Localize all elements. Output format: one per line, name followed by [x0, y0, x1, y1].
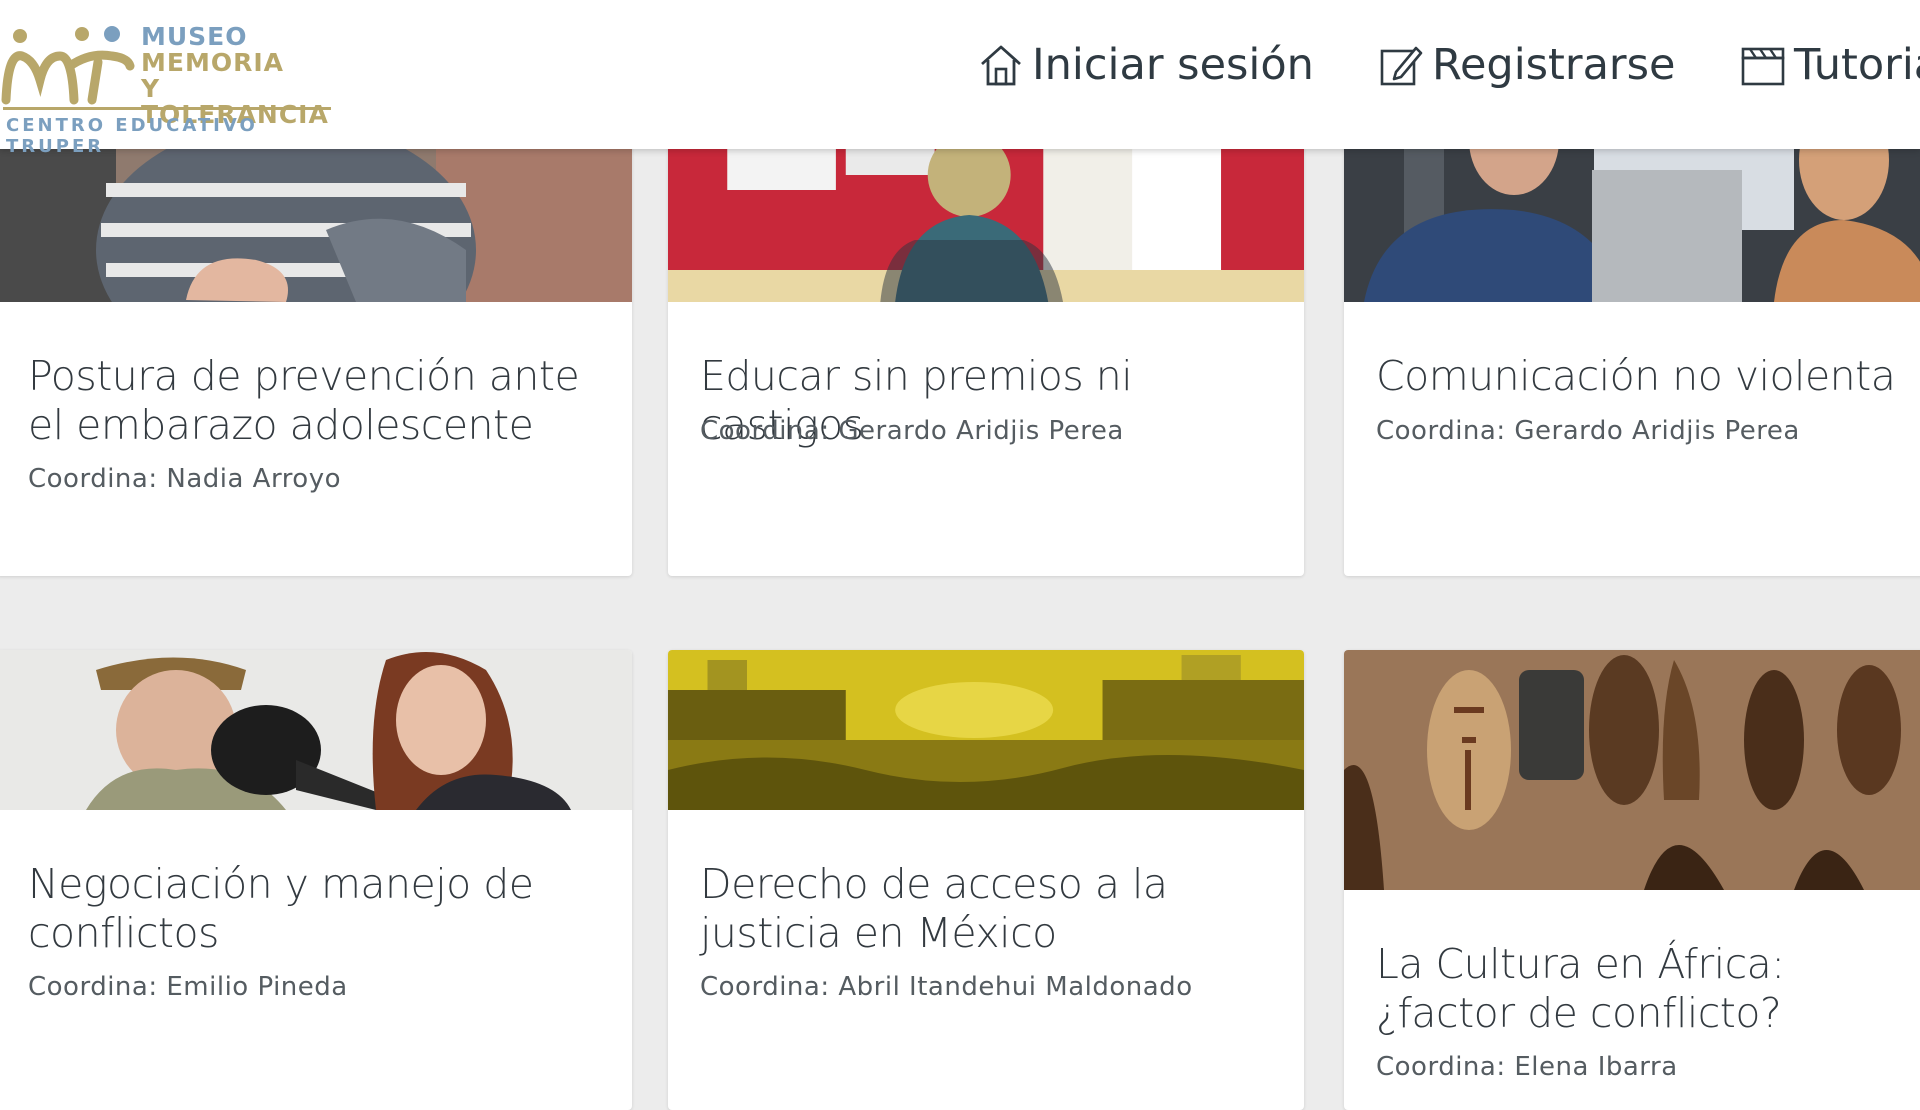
course-title[interactable]: Derecho de acceso a la justicia en Méxic…: [700, 860, 1284, 958]
course-image-boxing: [0, 650, 632, 810]
top-header: MUSEO MEMORIA Y TOLERANCIA CENTRO EDUCAT…: [0, 0, 1920, 157]
course-title[interactable]: Postura de prevención ante el embarazo a…: [28, 352, 612, 450]
nav-tutorial[interactable]: Tutoria: [1740, 40, 1920, 90]
museum-logo[interactable]: MUSEO MEMORIA Y TOLERANCIA CENTRO EDUCAT…: [0, 22, 340, 157]
course-card-comunicacion[interactable]: Comunicación no violenta Coordina: Gerar…: [1344, 100, 1920, 576]
course-coordinator: Coordina: Nadia Arroyo: [28, 464, 342, 494]
nav-login[interactable]: Iniciar sesión: [978, 40, 1314, 90]
home-icon: [981, 45, 1021, 86]
course-card-negociacion[interactable]: Negociación y manejo de conflictos Coord…: [0, 650, 632, 1110]
course-coordinator: Coordina: Emilio Pineda: [28, 972, 348, 1002]
course-title[interactable]: La Cultura en África: ¿factor de conflic…: [1376, 940, 1920, 1038]
logo-figures-icon: [1, 26, 135, 105]
course-coordinator: Coordina: Gerardo Aridjis Perea: [700, 416, 1124, 446]
logo-text-museo: MUSEO: [141, 22, 248, 51]
nav-register-label: Registrarse: [1432, 40, 1676, 90]
clapperboard-icon: [1741, 47, 1785, 86]
course-title[interactable]: Negociación y manejo de conflictos: [28, 860, 612, 958]
course-card-embarazo[interactable]: Postura de prevención ante el embarazo a…: [0, 100, 632, 576]
course-card-justicia[interactable]: Derecho de acceso a la justicia en Méxic…: [668, 650, 1304, 1110]
course-card-africa[interactable]: La Cultura en África: ¿factor de conflic…: [1344, 650, 1920, 1110]
nav-register[interactable]: Registrarse: [1378, 40, 1675, 90]
nav-login-label: Iniciar sesión: [1032, 40, 1314, 90]
course-card-premios[interactable]: Educar sin premios ni castigos Coordina:…: [668, 100, 1304, 576]
course-image-protest: [668, 650, 1304, 810]
course-title[interactable]: Comunicación no violenta: [1376, 352, 1920, 401]
logo-subtitle: CENTRO EDUCATIVO TRUPER: [6, 115, 258, 157]
course-coordinator: Coordina: Elena Ibarra: [1376, 1052, 1678, 1082]
course-image-african-masks: [1344, 650, 1920, 890]
nav-tutorial-label: Tutoria: [1794, 40, 1920, 90]
logo-text-memoria: MEMORIA: [141, 48, 284, 77]
edit-icon: [1380, 46, 1423, 86]
course-coordinator: Coordina: Abril Itandehui Maldonado: [700, 972, 1193, 1002]
logo-divider: [3, 107, 331, 110]
course-coordinator: Coordina: Gerardo Aridjis Perea: [1376, 416, 1800, 446]
